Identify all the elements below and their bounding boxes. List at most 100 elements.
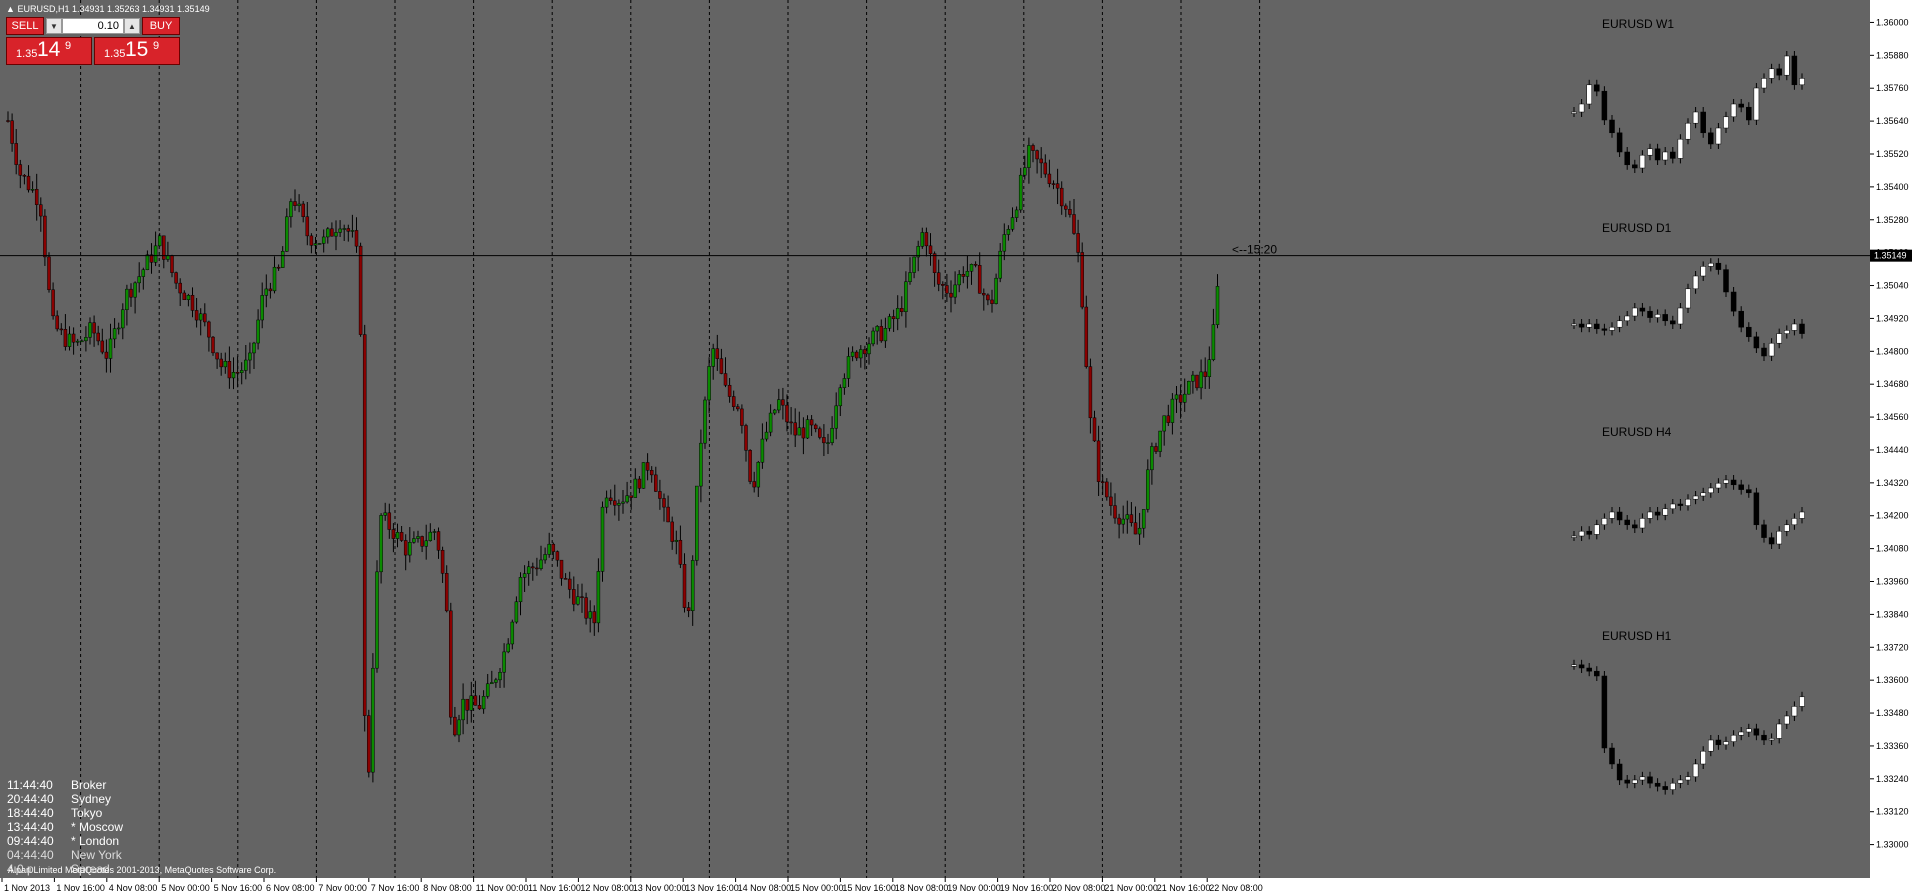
buy-price-fraction: 9 — [153, 40, 160, 52]
price-tick-label: 1.36000 — [1876, 17, 1909, 27]
price-tick-label: 1.33840 — [1876, 609, 1909, 619]
candle — [371, 653, 375, 783]
candle — [641, 462, 646, 489]
clock-city: Sydney — [71, 792, 112, 806]
time-tick-label: 8 Nov 08:00 — [423, 883, 472, 893]
clock-time: 11:44:40 — [7, 778, 53, 792]
time-tick-label: 15 Nov 00:00 — [790, 883, 844, 893]
price-tick-label: 1.33480 — [1876, 708, 1909, 718]
time-tick-label: 18 Nov 08:00 — [895, 883, 949, 893]
clock-city: * Moscow — [71, 820, 124, 834]
sell-price-quote[interactable]: 1.35 14 9 — [6, 37, 92, 65]
candle — [362, 324, 367, 732]
candle — [695, 485, 699, 566]
time-tick-label: 11 Nov 00:00 — [476, 883, 529, 893]
time-tick-label: 15 Nov 16:00 — [842, 883, 896, 893]
time-tick-label: 1 Nov 2013 — [4, 883, 50, 893]
time-tick-label: 11 Nov 16:00 — [528, 883, 581, 893]
price-tick-label: 1.35520 — [1876, 149, 1909, 159]
clock-city: * London — [71, 834, 120, 848]
price-tick-label: 1.35760 — [1876, 83, 1909, 93]
time-tick-label: 19 Nov 16:00 — [1000, 883, 1054, 893]
time-tick-label: 5 Nov 16:00 — [214, 883, 263, 893]
time-tick-label: 21 Nov 16:00 — [1157, 883, 1211, 893]
clock-row: 04:44:40 New York — [7, 848, 123, 862]
candle — [994, 273, 998, 305]
time-tick-label: 21 Nov 00:00 — [1104, 883, 1158, 893]
price-tick-label: 1.35880 — [1876, 50, 1909, 60]
mini-candle — [1601, 671, 1608, 753]
clock-city: Broker — [71, 778, 107, 792]
symbol-ohlc-text: EURUSD,H1 1.34931 1.35263 1.34931 1.3514… — [17, 4, 210, 14]
sell-price-fraction: 9 — [65, 40, 72, 52]
price-tick-label: 1.33600 — [1876, 675, 1909, 685]
price-tick-label: 1.33120 — [1876, 807, 1909, 817]
price-tick-label: 1.34800 — [1876, 346, 1909, 356]
price-chart[interactable]: EURUSD W1 EURUSD D1 EURUSD H4 EURUSD H1 <--… — [0, 0, 1912, 896]
time-tick-label: 4 Nov 08:00 — [109, 883, 158, 893]
time-tick-label: 13 Nov 00:00 — [633, 883, 687, 893]
buy-price-quote[interactable]: 1.35 15 9 — [94, 37, 180, 65]
price-tick-label: 1.33720 — [1876, 642, 1909, 652]
clock-row: 13:44:40 * Moscow — [7, 820, 123, 834]
clock-time: 09:44:40 — [7, 834, 54, 848]
price-tick-label: 1.34560 — [1876, 412, 1909, 422]
sell-price-prefix: 1.35 — [16, 48, 38, 60]
buy-button[interactable]: BUY — [142, 17, 180, 35]
time-tick-label: 20 Nov 08:00 — [1052, 883, 1106, 893]
time-tick-label: 22 Nov 08:00 — [1209, 883, 1263, 893]
time-tick-label: 13 Nov 16:00 — [685, 883, 739, 893]
clock-time: 13:44:40 — [7, 820, 54, 834]
collapse-triangle-icon[interactable]: ▲ — [6, 4, 15, 14]
symbol-info-line: ▲ EURUSD,H1 1.34931 1.35263 1.34931 1.35… — [6, 4, 210, 14]
price-tick-label: 1.33000 — [1876, 840, 1909, 850]
candle — [600, 501, 605, 582]
candle — [703, 396, 707, 449]
price-tick-label: 1.33360 — [1876, 741, 1909, 751]
time-tick-label: 19 Nov 00:00 — [947, 883, 1001, 893]
price-tick-label: 1.34440 — [1876, 445, 1909, 455]
mini-chart-title: EURUSD W1 — [1602, 17, 1674, 31]
mini-candle — [1753, 83, 1760, 125]
time-tick-label: 14 Nov 08:00 — [738, 883, 792, 893]
lot-decrease-icon[interactable]: ▼ — [46, 18, 62, 34]
price-tick-label: 1.34920 — [1876, 313, 1909, 323]
candle — [1080, 242, 1084, 310]
price-tick-label: 1.34320 — [1876, 478, 1909, 488]
buy-price-pips: 15 — [125, 38, 149, 61]
candle — [211, 335, 215, 356]
mini-candle — [1601, 86, 1608, 125]
lot-increase-icon[interactable]: ▲ — [124, 18, 140, 34]
mini-candle — [1723, 264, 1729, 297]
mini-candle — [1791, 51, 1798, 90]
world-clock-panel: 11:44:40 Broker 20:44:40 Sydney 18:44:40 Toky… — [7, 778, 123, 876]
candle — [358, 242, 363, 337]
time-tick-label: 5 Nov 00:00 — [161, 883, 210, 893]
clock-city: Tokyo — [71, 806, 103, 820]
time-tick-label: 1 Nov 16:00 — [56, 883, 105, 893]
plot-area[interactable] — [0, 0, 1870, 878]
price-tick-label: 1.35280 — [1876, 215, 1909, 225]
one-click-trading-panel: SELL ▼ ▲ BUY 1.35 14 9 1.35 15 9 — [6, 17, 180, 65]
sell-button[interactable]: SELL — [6, 17, 44, 35]
countdown-label: <--15:20 — [1232, 243, 1277, 257]
candle — [367, 709, 371, 778]
price-tick-label: 1.35400 — [1876, 182, 1909, 192]
mini-chart-title: EURUSD D1 — [1602, 221, 1672, 235]
clock-row: 20:44:40 Sydney — [7, 792, 123, 806]
mini-chart-title: EURUSD H4 — [1602, 425, 1672, 439]
clock-time: 20:44:40 — [7, 792, 54, 806]
price-tick-label: 1.34080 — [1876, 544, 1909, 554]
lot-size-input[interactable] — [62, 18, 124, 34]
price-tick-label: 1.35640 — [1876, 116, 1909, 126]
clock-row: 18:44:40 Tokyo — [7, 806, 123, 820]
time-tick-label: 7 Nov 16:00 — [371, 883, 420, 893]
copyright-text: Alpari Limited MetaQuotes 2001-2013, Met… — [8, 865, 277, 875]
candle — [1187, 380, 1191, 395]
candle — [47, 252, 51, 293]
sell-price-pips: 14 — [37, 38, 61, 61]
clock-time: 18:44:40 — [7, 806, 54, 820]
price-tick-label: 1.33240 — [1876, 774, 1909, 784]
time-tick-label: 12 Nov 08:00 — [580, 883, 634, 893]
clock-row: 11:44:40 Broker — [7, 778, 123, 792]
